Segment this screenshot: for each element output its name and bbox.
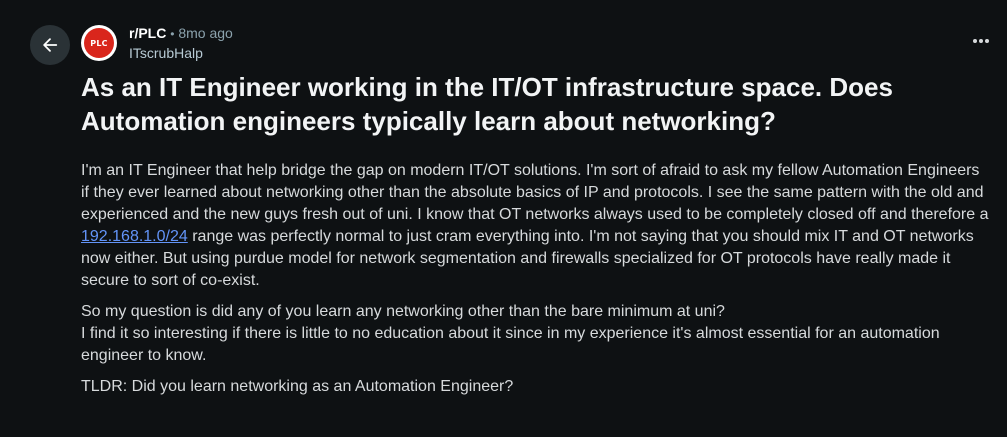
ellipsis-horizontal-icon	[973, 39, 989, 43]
post-body: I'm an IT Engineer that help bridge the …	[81, 160, 991, 407]
ip-range-link[interactable]: 192.168.1.0/24	[81, 228, 188, 245]
body-text-line: So my question is did any of you learn a…	[81, 303, 725, 320]
body-paragraph-2: So my question is did any of you learn a…	[81, 301, 991, 367]
author-link[interactable]: ITscrubHalp	[129, 44, 233, 62]
post-age: 8mo ago	[178, 25, 233, 41]
more-options-button[interactable]	[969, 33, 993, 49]
body-text-segment: I'm an IT Engineer that help bridge the …	[81, 162, 989, 223]
meta-separator: •	[170, 27, 175, 41]
plc-logo: PLC	[84, 28, 114, 58]
subreddit-avatar[interactable]: PLC	[81, 25, 117, 61]
post-meta: r/PLC • 8mo ago ITscrubHalp	[129, 24, 233, 62]
arrow-left-icon	[43, 38, 58, 52]
subreddit-link[interactable]: r/PLC	[129, 25, 166, 41]
body-paragraph-3: TLDR: Did you learn networking as an Aut…	[81, 378, 514, 395]
avatar-text: PLC	[90, 38, 108, 48]
body-text-segment: range was perfectly normal to just cram …	[81, 228, 974, 289]
body-paragraph-1: I'm an IT Engineer that help bridge the …	[81, 160, 991, 292]
body-text-line: I find it so interesting if there is lit…	[81, 325, 940, 364]
post-title: As an IT Engineer working in the IT/OT i…	[81, 72, 893, 136]
back-button[interactable]	[30, 25, 70, 65]
